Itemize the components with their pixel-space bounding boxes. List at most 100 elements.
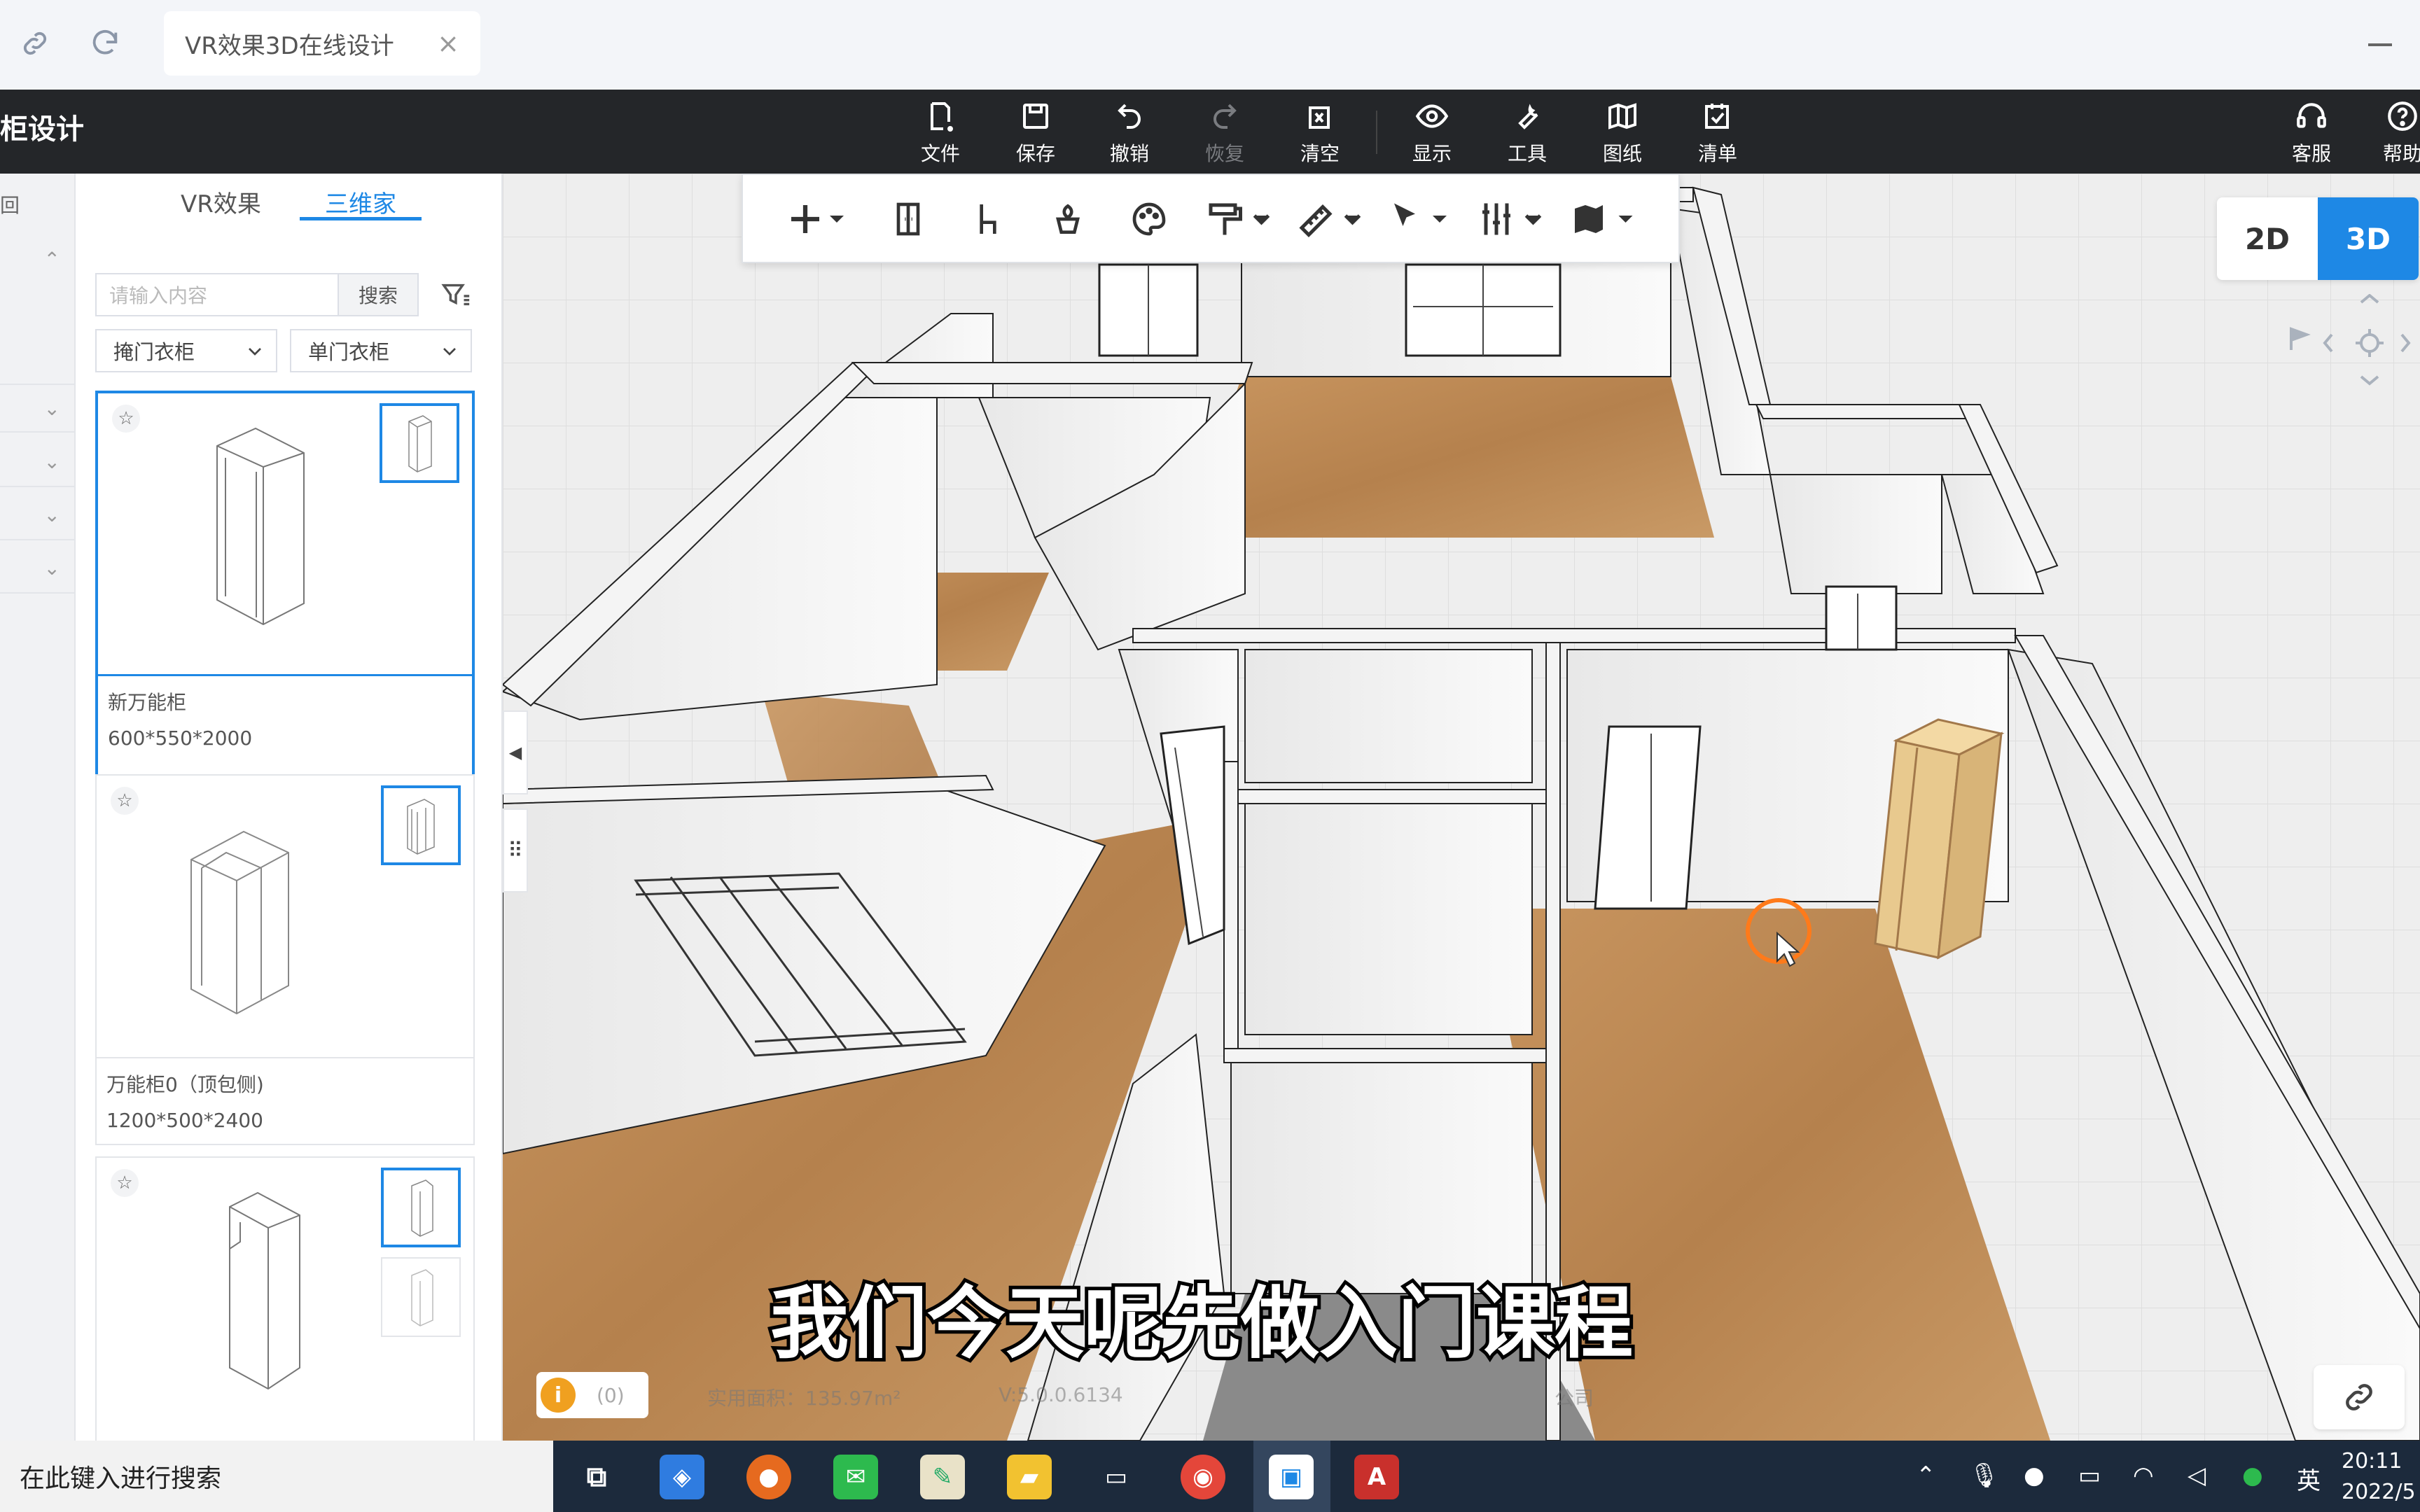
tab-3vjia[interactable]: 三维家 [325, 185, 396, 219]
camera-navigation[interactable] [2283, 293, 2420, 399]
video-call-icon[interactable]: ▭ [1094, 1455, 1139, 1499]
tab-title: VR效果3D在线设计 [185, 31, 394, 60]
subcategory-select-value: 单门衣柜 [308, 340, 390, 364]
product-card[interactable]: ☆ 万能柜0（顶包侧) 1200*500*2400 [95, 774, 475, 1145]
product-thumbnail: ☆ [97, 1158, 473, 1441]
drag-handle[interactable]: ⠿ [503, 808, 528, 892]
autocad-icon[interactable]: A [1354, 1455, 1399, 1499]
map-tool[interactable] [1569, 196, 1636, 242]
chair-tool[interactable] [968, 196, 1008, 242]
headset-icon [2292, 97, 2331, 136]
volume-icon[interactable]: ◁ [2188, 1462, 2206, 1490]
microphone-icon[interactable]: 🎙 [1969, 1462, 1999, 1490]
file-button[interactable]: 文件 [902, 97, 979, 169]
clear-icon [1300, 97, 1340, 136]
firefox-icon[interactable]: ● [746, 1455, 791, 1499]
help-icon [2383, 97, 2420, 136]
drawing-label: 图纸 [1602, 142, 1642, 165]
tools-label: 工具 [1507, 142, 1547, 165]
list-button[interactable]: 清单 [1679, 97, 1756, 169]
variant-option[interactable] [381, 1257, 461, 1337]
pan-up-icon [2360, 293, 2379, 304]
eye-icon [1412, 97, 1452, 136]
add-tool[interactable] [788, 196, 851, 242]
share-link-button[interactable] [2314, 1365, 2405, 1429]
taskbar-search[interactable]: 在此键入进行搜索 [0, 1441, 553, 1512]
measure-tool[interactable] [1296, 196, 1363, 242]
search-button[interactable]: 搜索 [338, 273, 419, 316]
category-expand-3[interactable]: ⌄ [0, 490, 74, 540]
favorite-star-icon[interactable]: ☆ [112, 405, 140, 433]
notes-app-icon[interactable]: ✎ [920, 1455, 965, 1499]
category-expand-1[interactable]: ⌄ [0, 384, 74, 433]
product-card[interactable]: ☆ [95, 1156, 475, 1450]
product-name: 新万能柜 [108, 691, 187, 714]
variant-option[interactable] [380, 403, 459, 483]
browser-bar: VR效果3D在线设计 × [0, 0, 2420, 90]
variant-option[interactable] [381, 785, 461, 865]
tab-vr[interactable]: VR效果 [181, 185, 261, 219]
category-select[interactable]: 掩门衣柜 [95, 329, 277, 372]
clear-button[interactable]: 清空 [1281, 97, 1358, 169]
3d-viewport[interactable] [503, 174, 2420, 1441]
browser-tab[interactable]: VR效果3D在线设计 × [164, 11, 480, 76]
map-icon [1575, 205, 1633, 233]
plant-tool[interactable] [1048, 196, 1087, 242]
help-label: 帮助 [2382, 142, 2420, 165]
tools-button[interactable]: 工具 [1489, 97, 1566, 169]
display-button[interactable]: 显示 [1393, 97, 1470, 169]
adjust-tool[interactable] [1477, 196, 1544, 242]
drawing-button[interactable]: 图纸 [1584, 97, 1661, 169]
wechat-tray-icon[interactable]: ● [2242, 1462, 2263, 1490]
link-icon[interactable] [13, 21, 57, 66]
favorite-star-icon[interactable]: ☆ [111, 1169, 139, 1197]
battery-icon[interactable]: ▭ [2078, 1462, 2101, 1490]
defender-icon[interactable]: ◈ [660, 1455, 704, 1499]
notification-badge[interactable]: i (0) [536, 1372, 648, 1418]
tab-close-button[interactable]: × [437, 28, 459, 59]
save-label: 保存 [1015, 142, 1055, 165]
wechat-icon[interactable]: ✉ [833, 1455, 878, 1499]
drawing-icon [1603, 97, 1642, 136]
chevron-down-icon: ⌄ [43, 556, 60, 580]
chevron-down-icon: ⌄ [43, 503, 60, 526]
favorite-star-icon[interactable]: ☆ [111, 787, 139, 815]
redo-icon [1205, 97, 1244, 136]
undo-button[interactable]: 撤销 [1091, 97, 1168, 169]
view-mode-toggle: 2D 3D [2217, 197, 2419, 280]
3d-design-app-icon[interactable]: ▣ [1269, 1455, 1314, 1499]
collapse-panel-button[interactable]: ◀ [503, 710, 528, 794]
paint-tool[interactable] [1205, 196, 1272, 242]
recorder-icon[interactable]: ◉ [1181, 1455, 1225, 1499]
file-explorer-icon[interactable]: ▰ [1007, 1455, 1052, 1499]
save-button[interactable]: 保存 [997, 97, 1074, 169]
subcategory-select[interactable]: 单门衣柜 [290, 329, 472, 372]
category-expand-4[interactable]: ⌄ [0, 543, 74, 594]
select-tool[interactable] [1387, 196, 1450, 242]
view-3d-button[interactable]: 3D [2318, 197, 2419, 280]
category-collapse[interactable]: ⌃ [0, 234, 74, 284]
search-input[interactable]: 请输入内容 [95, 273, 340, 316]
view-2d-button[interactable]: 2D [2217, 197, 2318, 280]
plant-icon [1056, 204, 1080, 234]
back-label[interactable]: 回 [0, 190, 20, 218]
material-tool[interactable] [1129, 196, 1169, 242]
filter-icon[interactable] [440, 279, 475, 312]
undo-icon [1110, 97, 1149, 136]
input-method[interactable]: 英 [2297, 1462, 2321, 1496]
wifi-icon[interactable]: ◠ [2133, 1462, 2154, 1490]
support-button[interactable]: 客服 [2273, 97, 2350, 169]
variant-option[interactable] [381, 1168, 461, 1247]
tray-expand-icon[interactable]: ⌃ [1916, 1462, 1936, 1490]
minimize-button[interactable] [2368, 43, 2392, 46]
category-expand-2[interactable]: ⌄ [0, 437, 74, 487]
door-tool[interactable] [889, 196, 928, 242]
file-label: 文件 [920, 142, 960, 165]
system-clock[interactable]: 20:11 2022/5 [2342, 1446, 2416, 1508]
qq-icon[interactable]: ● [2024, 1462, 2045, 1490]
chevron-down-icon: ⌄ [43, 396, 60, 420]
help-button[interactable]: 帮助 [2364, 97, 2420, 169]
redo-button[interactable]: 恢复 [1186, 97, 1263, 169]
task-view-icon[interactable]: ⧉ [574, 1455, 619, 1499]
refresh-icon[interactable] [83, 21, 127, 66]
